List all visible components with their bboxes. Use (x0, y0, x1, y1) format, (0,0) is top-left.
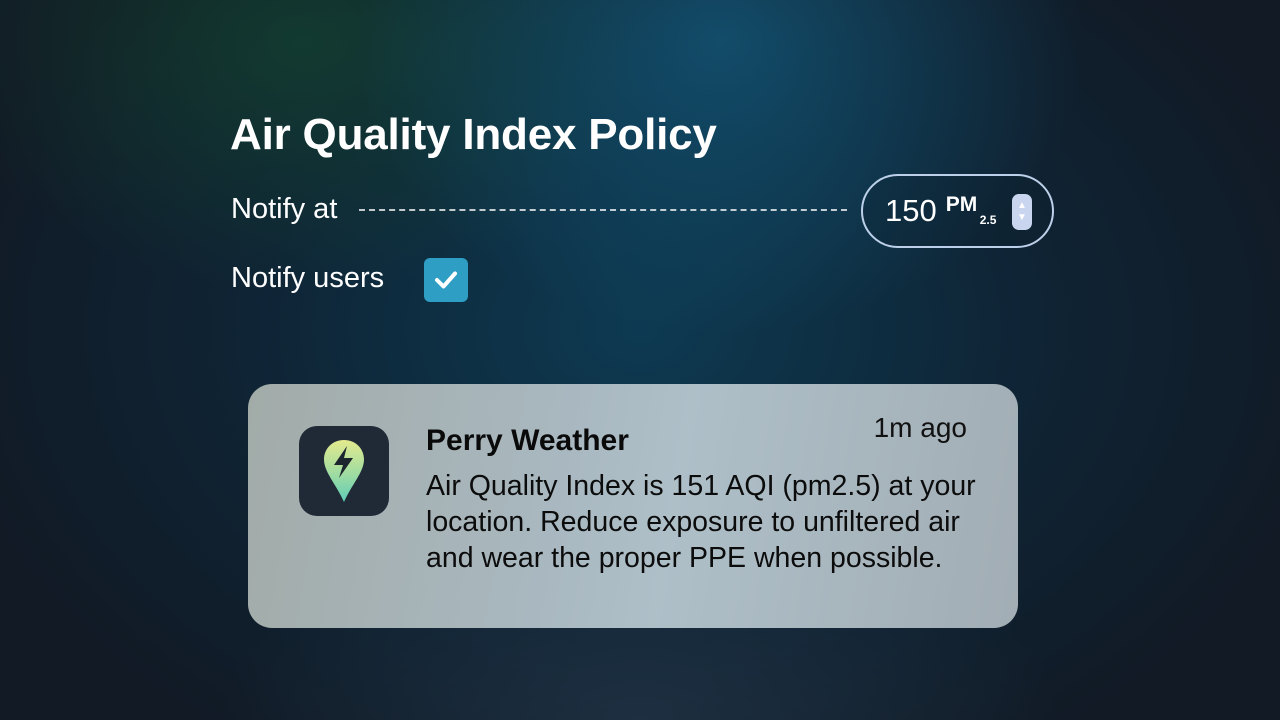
threshold-stepper[interactable]: ▲ ▼ (1012, 194, 1032, 230)
notification-app-name: Perry Weather (426, 424, 629, 457)
notify-at-label: Notify at (231, 193, 338, 225)
threshold-value: 150 (885, 193, 937, 228)
lightning-pin-icon (324, 440, 364, 502)
app-icon (299, 426, 389, 516)
stepper-up-icon[interactable]: ▲ (1017, 200, 1027, 212)
notify-users-label: Notify users (231, 262, 385, 294)
notify-users-checkbox[interactable] (424, 258, 468, 302)
unit-main: PM (945, 193, 978, 216)
unit-label: PM 2.5 (946, 191, 1006, 231)
stepper-down-icon[interactable]: ▼ (1017, 212, 1027, 224)
page-title: Air Quality Index Policy (230, 110, 717, 159)
dashed-leader-line (359, 209, 847, 211)
notification-card[interactable]: Perry Weather 1m ago Air Quality Index i… (248, 384, 1018, 628)
unit-subscript: 2.5 (979, 213, 997, 227)
threshold-input[interactable]: 150 PM 2.5 ▲ ▼ (861, 174, 1054, 248)
notification-time: 1m ago (873, 412, 967, 443)
notification-body: Air Quality Index is 151 AQI (pm2.5) at … (426, 470, 976, 574)
checkmark-icon (435, 271, 457, 289)
